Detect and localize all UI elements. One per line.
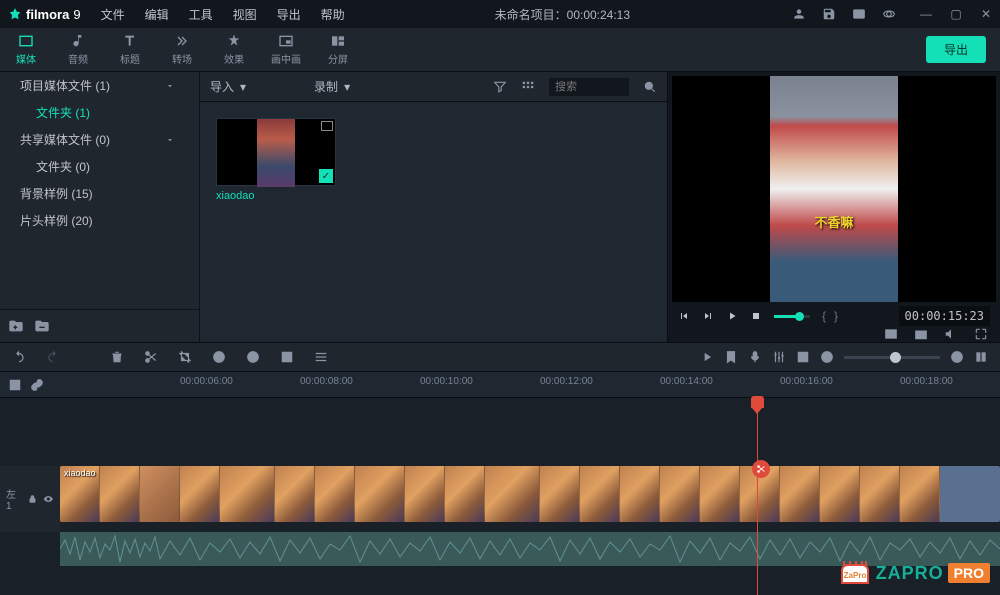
delete-folder-icon[interactable] xyxy=(34,318,50,334)
media-sidebar: 项目媒体文件 (1) 文件夹 (1) 共享媒体文件 (0) 文件夹 (0) 背景… xyxy=(0,72,200,342)
svg-text:ZaPro: ZaPro xyxy=(843,571,866,580)
tab-transitions[interactable]: 转场 xyxy=(156,28,208,71)
render-icon[interactable] xyxy=(700,350,714,364)
marker-button[interactable] xyxy=(724,350,738,364)
media-panel: 导入▾ 录制▾ ✓ xiaodao xyxy=(200,72,667,342)
project-title: 未命名项目：00:00:24:13 xyxy=(495,6,630,23)
audio-mixer-button[interactable] xyxy=(772,350,786,364)
mark-out-button[interactable]: } xyxy=(834,309,838,323)
eye-icon[interactable] xyxy=(43,494,54,504)
keyframe-button[interactable] xyxy=(796,350,810,364)
watermark-logo-icon: ZaPro xyxy=(838,559,872,587)
undo-button[interactable] xyxy=(12,350,26,364)
thumb-used-icon: ✓ xyxy=(319,169,333,183)
track-header[interactable]: 左 1 xyxy=(0,466,60,532)
tab-effects[interactable]: 效果 xyxy=(208,28,260,71)
menu-export[interactable]: 导出 xyxy=(269,2,309,27)
account-icon[interactable] xyxy=(792,7,806,21)
add-track-button[interactable] xyxy=(8,378,22,392)
tab-split[interactable]: 分屏 xyxy=(312,28,364,71)
tab-audio[interactable]: 音频 xyxy=(52,28,104,71)
sidebar-folder-1[interactable]: 文件夹 (1) xyxy=(0,99,199,126)
next-frame-button[interactable] xyxy=(702,310,714,322)
record-dropdown[interactable]: 录制▾ xyxy=(314,78,350,95)
grid-view-icon[interactable] xyxy=(521,80,535,94)
video-clip[interactable]: xiaodao xyxy=(60,466,1000,522)
search-input[interactable] xyxy=(549,78,629,96)
zoom-out-button[interactable] xyxy=(820,350,834,364)
new-folder-icon[interactable] xyxy=(8,318,24,334)
preview-timecode: 00:00:15:23 xyxy=(899,306,990,326)
crop-button[interactable] xyxy=(178,350,192,364)
split-button[interactable] xyxy=(144,350,158,364)
color-button[interactable] xyxy=(246,350,260,364)
search-icon[interactable] xyxy=(643,80,657,94)
zoom-slider[interactable] xyxy=(844,356,940,359)
title-bar: filmora9 文件 编辑 工具 视图 导出 帮助 未命名项目：00:00:2… xyxy=(0,0,1000,28)
redo-button[interactable] xyxy=(46,350,60,364)
sidebar-bg-samples[interactable]: 背景样例 (15) xyxy=(0,180,199,207)
link-button[interactable] xyxy=(30,378,44,392)
menu-view[interactable]: 视图 xyxy=(225,2,265,27)
delete-button[interactable] xyxy=(110,350,124,364)
sidebar-folder-0[interactable]: 文件夹 (0) xyxy=(0,153,199,180)
quality-icon[interactable] xyxy=(884,327,898,341)
timeline-toolbar xyxy=(0,342,1000,372)
menu-edit[interactable]: 编辑 xyxy=(137,2,177,27)
menu-tools[interactable]: 工具 xyxy=(181,2,221,27)
snapshot-icon[interactable] xyxy=(914,327,928,341)
sidebar-project-media[interactable]: 项目媒体文件 (1) xyxy=(0,72,199,99)
playhead[interactable] xyxy=(757,398,758,595)
advanced-button[interactable] xyxy=(314,350,328,364)
filter-icon[interactable] xyxy=(493,80,507,94)
watermark: ZaPro ZAPROPRO xyxy=(838,559,990,587)
cut-marker[interactable] xyxy=(752,460,770,478)
tab-titles[interactable]: 标题 xyxy=(104,28,156,71)
fullscreen-icon[interactable] xyxy=(974,327,988,341)
prev-frame-button[interactable] xyxy=(678,310,690,322)
thumb-grid-icon xyxy=(321,121,333,131)
zoom-in-button[interactable] xyxy=(950,350,964,364)
save-icon[interactable] xyxy=(822,7,836,21)
video-caption: 不香嘛 xyxy=(814,212,853,231)
export-button[interactable]: 导出 xyxy=(926,36,986,63)
mark-in-button[interactable]: { xyxy=(822,309,826,323)
tab-media[interactable]: 媒体 xyxy=(0,28,52,71)
preview-viewport[interactable]: 不香嘛 xyxy=(672,76,996,302)
app-logo: filmora9 xyxy=(8,7,81,22)
green-screen-button[interactable] xyxy=(280,350,294,364)
maximize-button[interactable]: ▢ xyxy=(950,8,962,20)
sidebar-intro-samples[interactable]: 片头样例 (20) xyxy=(0,207,199,234)
timeline: 00:00:06:00 00:00:08:00 00:00:10:00 00:0… xyxy=(0,372,1000,595)
sidebar-shared-media[interactable]: 共享媒体文件 (0) xyxy=(0,126,199,153)
zoom-fit-button[interactable] xyxy=(974,350,988,364)
settings-icon[interactable] xyxy=(882,7,896,21)
volume-slider[interactable] xyxy=(774,315,810,318)
preview-panel: 不香嘛 {} 00:00:15:23 xyxy=(667,72,1000,342)
menu-help[interactable]: 帮助 xyxy=(313,2,353,27)
timeline-ruler[interactable]: 00:00:06:00 00:00:08:00 00:00:10:00 00:0… xyxy=(60,372,1000,397)
close-button[interactable]: ✕ xyxy=(980,8,992,20)
lock-icon[interactable] xyxy=(28,494,37,504)
main-tabs: 媒体 音频 标题 转场 效果 画中画 分屏 导出 xyxy=(0,28,1000,72)
media-item-name: xiaodao xyxy=(216,190,336,202)
message-icon[interactable] xyxy=(852,7,866,21)
speed-button[interactable] xyxy=(212,350,226,364)
play-button[interactable] xyxy=(726,310,738,322)
mute-icon[interactable] xyxy=(944,327,958,341)
stop-button[interactable] xyxy=(750,310,762,322)
menu-file[interactable]: 文件 xyxy=(93,2,133,27)
minimize-button[interactable]: — xyxy=(920,8,932,20)
media-item[interactable]: ✓ xiaodao xyxy=(216,118,336,202)
import-dropdown[interactable]: 导入▾ xyxy=(210,78,246,95)
tab-pip[interactable]: 画中画 xyxy=(260,28,312,71)
voiceover-button[interactable] xyxy=(748,350,762,364)
